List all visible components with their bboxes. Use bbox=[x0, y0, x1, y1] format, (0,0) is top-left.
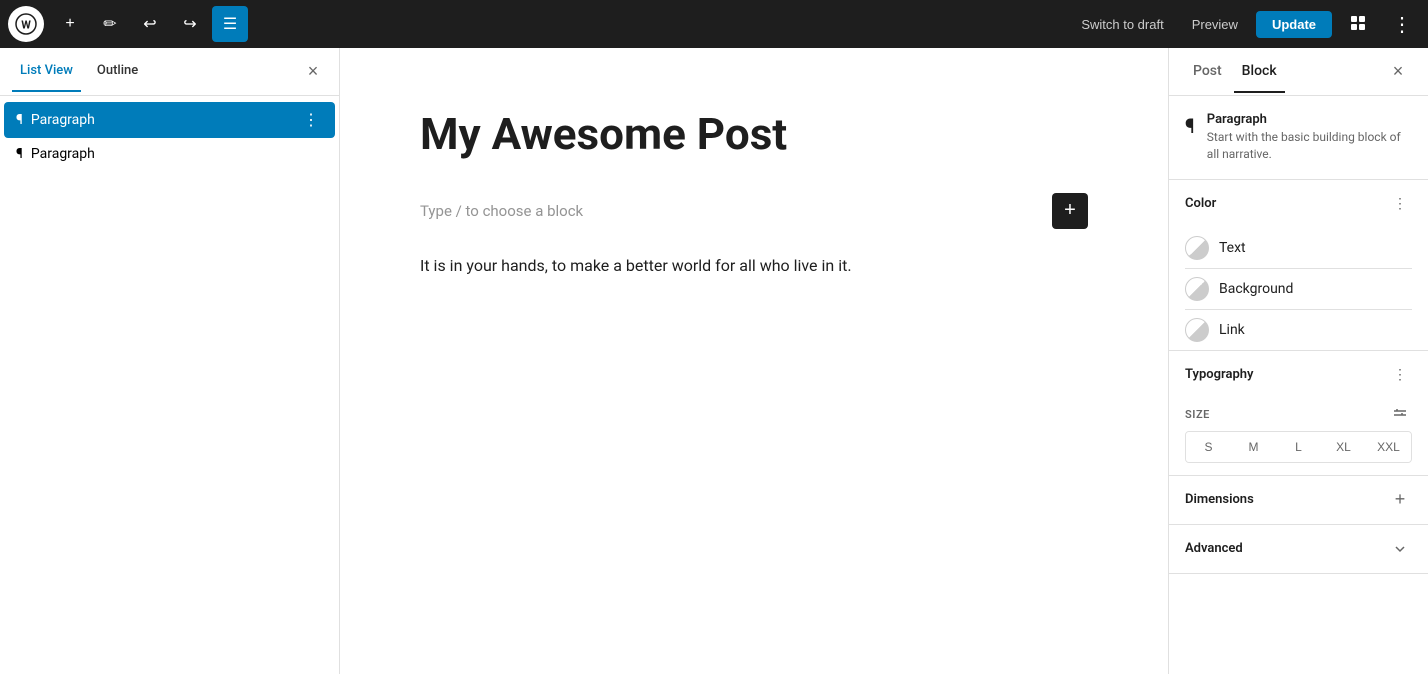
typography-section-menu-button[interactable]: ⋮ bbox=[1388, 363, 1412, 387]
settings-icon bbox=[1348, 13, 1368, 36]
size-l-button[interactable]: L bbox=[1276, 432, 1321, 462]
item-label: Paragraph bbox=[31, 146, 323, 162]
size-adjust-button[interactable] bbox=[1388, 403, 1412, 427]
advanced-section-title: Advanced bbox=[1185, 541, 1388, 556]
list-view-toggle-button[interactable]: ☰ bbox=[212, 6, 248, 42]
block-placeholder: Type / to choose a block + bbox=[420, 193, 1088, 229]
tab-block[interactable]: Block bbox=[1234, 51, 1285, 93]
more-options-button[interactable]: ⋮ bbox=[1384, 6, 1420, 42]
toolbar-left: W + ✏ ↩ ↪ ☰ bbox=[8, 6, 1067, 42]
advanced-section-header[interactable]: Advanced bbox=[1169, 525, 1428, 573]
link-color-swatch[interactable] bbox=[1185, 318, 1209, 342]
tab-list-view[interactable]: List View bbox=[12, 51, 81, 92]
item-label: Paragraph bbox=[31, 112, 291, 128]
dimensions-section-title: Dimensions bbox=[1185, 492, 1388, 507]
toolbar-right: Switch to draft Preview Update ⋮ bbox=[1071, 6, 1420, 42]
undo-icon: ↩ bbox=[143, 14, 156, 34]
redo-button[interactable]: ↪ bbox=[172, 6, 208, 42]
left-panel: List View Outline × ¶ Paragraph ⋮ ¶ Para… bbox=[0, 48, 340, 674]
size-xl-button[interactable]: XL bbox=[1321, 432, 1366, 462]
color-section-menu-button[interactable]: ⋮ bbox=[1388, 192, 1412, 216]
tab-post[interactable]: Post bbox=[1185, 51, 1230, 93]
color-option-link[interactable]: Link bbox=[1169, 310, 1428, 350]
edit-button[interactable]: ✏ bbox=[92, 6, 128, 42]
typography-section-header[interactable]: Typography ⋮ bbox=[1169, 351, 1428, 399]
preview-button[interactable]: Preview bbox=[1182, 11, 1248, 38]
typography-section: Typography ⋮ SIZE S M L XL bbox=[1169, 351, 1428, 476]
dimensions-section: Dimensions + bbox=[1169, 476, 1428, 525]
advanced-chevron-button[interactable] bbox=[1388, 537, 1412, 561]
panel-tabs: List View Outline × bbox=[0, 48, 339, 96]
block-info-text: Paragraph Start with the basic building … bbox=[1207, 112, 1412, 163]
list-item[interactable]: ¶ Paragraph ⋮ bbox=[4, 102, 335, 138]
size-xxl-button[interactable]: XXL bbox=[1366, 432, 1411, 462]
content-area[interactable]: My Awesome Post Type / to choose a block… bbox=[340, 48, 1168, 674]
dimensions-section-header[interactable]: Dimensions + bbox=[1169, 476, 1428, 524]
text-color-label: Text bbox=[1219, 240, 1246, 256]
undo-button[interactable]: ↩ bbox=[132, 6, 168, 42]
toolbar: W + ✏ ↩ ↪ ☰ Switch to draft Preview Upda… bbox=[0, 0, 1428, 48]
list-item-more-button[interactable]: ⋮ bbox=[299, 108, 323, 132]
wp-logo[interactable]: W bbox=[8, 6, 44, 42]
tab-outline[interactable]: Outline bbox=[89, 51, 146, 92]
post-content[interactable]: It is in your hands, to make a better wo… bbox=[420, 253, 1088, 279]
plus-icon: + bbox=[1064, 199, 1076, 222]
more-icon: ⋮ bbox=[1392, 12, 1412, 37]
close-icon: × bbox=[308, 61, 319, 82]
list-item[interactable]: ¶ Paragraph bbox=[4, 140, 335, 168]
color-section-header[interactable]: Color ⋮ bbox=[1169, 180, 1428, 228]
text-color-swatch[interactable] bbox=[1185, 236, 1209, 260]
typography-section-title: Typography bbox=[1185, 367, 1388, 382]
switch-to-draft-button[interactable]: Switch to draft bbox=[1071, 11, 1173, 38]
list-icon: ☰ bbox=[223, 14, 237, 34]
background-color-label: Background bbox=[1219, 281, 1293, 297]
advanced-section: Advanced bbox=[1169, 525, 1428, 574]
settings-toggle-button[interactable] bbox=[1340, 6, 1376, 42]
add-block-button[interactable]: + bbox=[1052, 193, 1088, 229]
close-icon: × bbox=[1393, 61, 1404, 82]
post-title[interactable]: My Awesome Post bbox=[420, 108, 1088, 161]
main-layout: List View Outline × ¶ Paragraph ⋮ ¶ Para… bbox=[0, 48, 1428, 674]
color-section: Color ⋮ Text Background Link bbox=[1169, 180, 1428, 351]
size-options: S M L XL XXL bbox=[1185, 431, 1412, 463]
placeholder-text[interactable]: Type / to choose a block bbox=[420, 202, 583, 220]
block-info: ¶ Paragraph Start with the basic buildin… bbox=[1169, 96, 1428, 180]
right-panel-close-button[interactable]: × bbox=[1384, 58, 1412, 86]
add-block-toolbar-button[interactable]: + bbox=[52, 6, 88, 42]
background-color-swatch[interactable] bbox=[1185, 277, 1209, 301]
link-color-label: Link bbox=[1219, 322, 1245, 338]
panel-list: ¶ Paragraph ⋮ ¶ Paragraph bbox=[0, 96, 339, 674]
edit-icon: ✏ bbox=[103, 14, 116, 34]
size-label: SIZE bbox=[1185, 408, 1210, 421]
right-panel-header: Post Block × bbox=[1169, 48, 1428, 96]
dimensions-add-button[interactable]: + bbox=[1388, 488, 1412, 512]
color-option-background[interactable]: Background bbox=[1169, 269, 1428, 309]
size-s-button[interactable]: S bbox=[1186, 432, 1231, 462]
block-info-title: Paragraph bbox=[1207, 112, 1412, 127]
block-info-desc: Start with the basic building block of a… bbox=[1207, 129, 1412, 163]
color-section-title: Color bbox=[1185, 196, 1388, 211]
paragraph-block-icon: ¶ bbox=[1185, 114, 1195, 138]
right-panel: Post Block × ¶ Paragraph Start with the … bbox=[1168, 48, 1428, 674]
paragraph-icon: ¶ bbox=[16, 146, 23, 162]
size-m-button[interactable]: M bbox=[1231, 432, 1276, 462]
paragraph-icon: ¶ bbox=[16, 112, 23, 128]
color-option-text[interactable]: Text bbox=[1169, 228, 1428, 268]
panel-close-button[interactable]: × bbox=[299, 58, 327, 86]
plus-icon: + bbox=[65, 15, 74, 33]
svg-text:W: W bbox=[21, 19, 31, 32]
redo-icon: ↪ bbox=[183, 14, 196, 34]
plus-icon: + bbox=[1395, 489, 1406, 510]
update-button[interactable]: Update bbox=[1256, 11, 1332, 38]
